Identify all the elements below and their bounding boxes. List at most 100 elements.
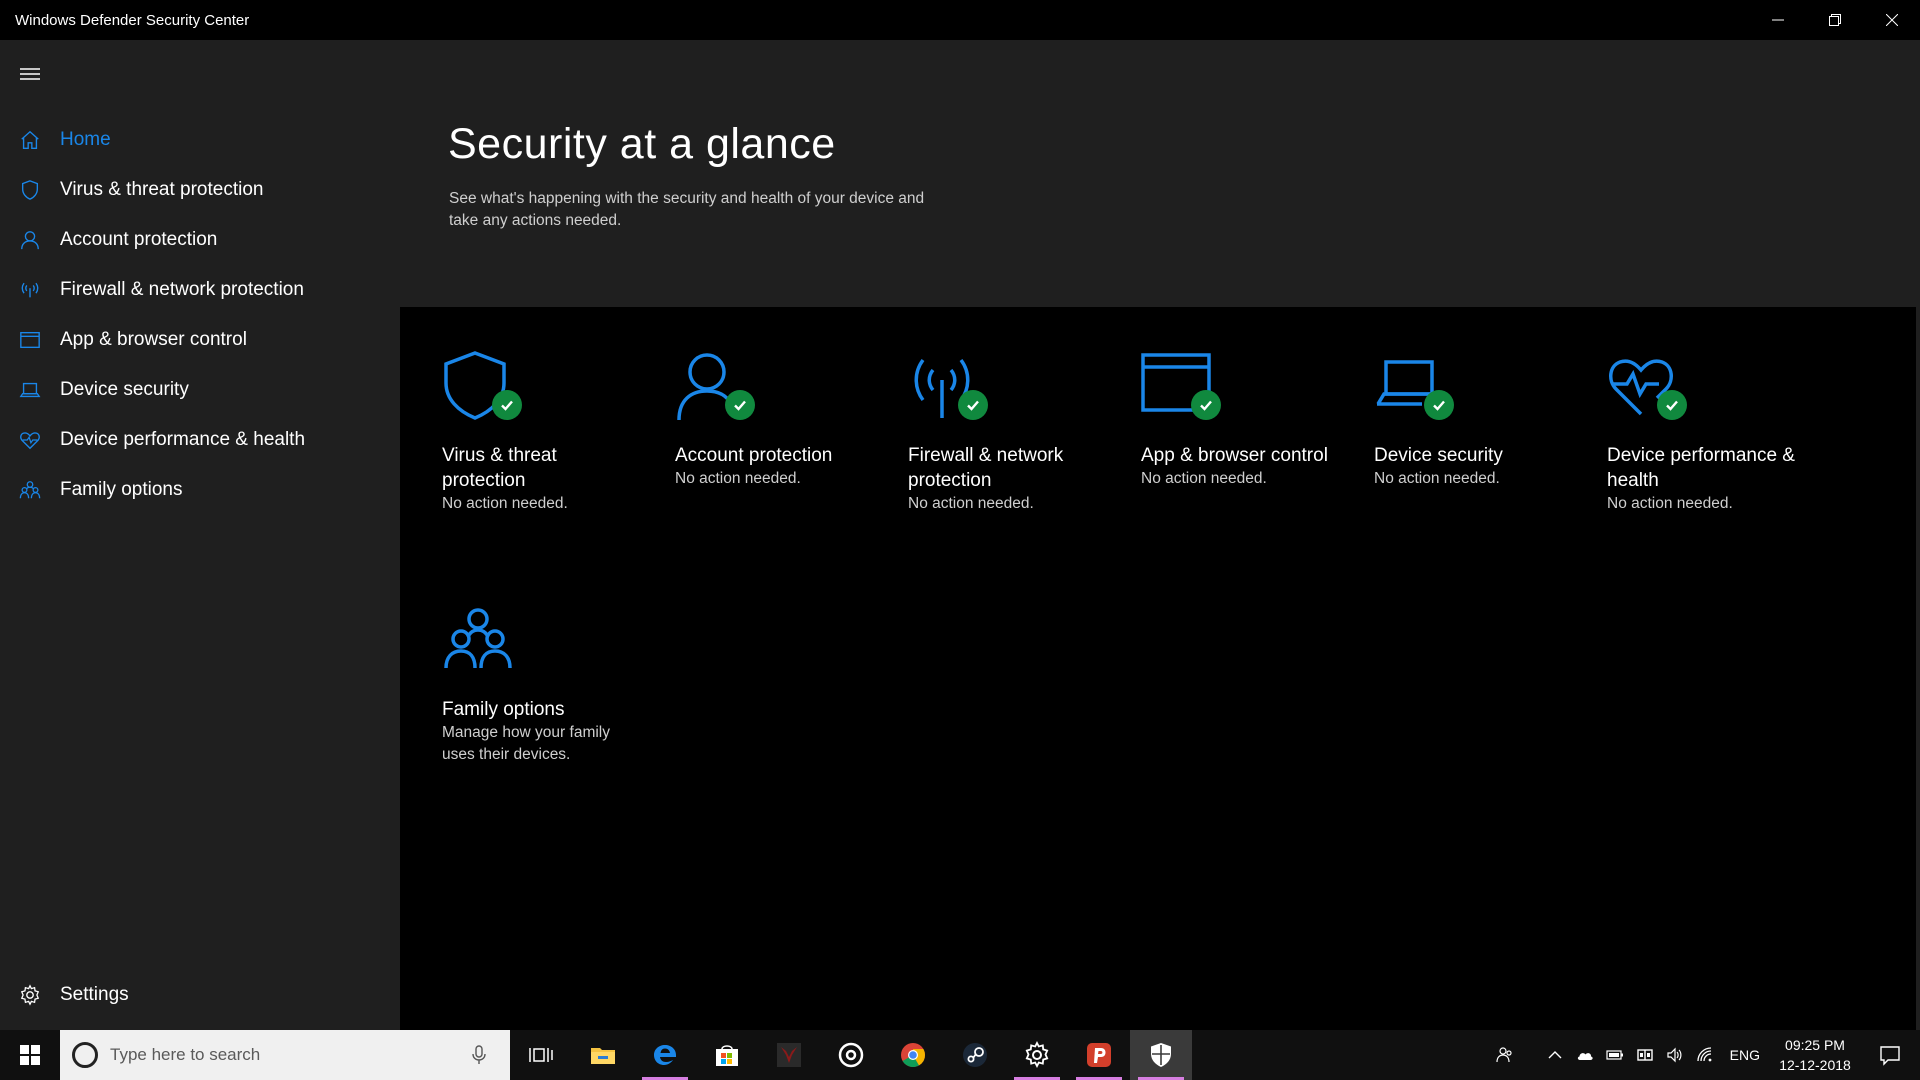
sidebar-item-label: Account protection	[60, 229, 218, 250]
tile-status: No action needed.	[1374, 470, 1500, 487]
tile-title: Firewall & network protection	[908, 445, 1064, 491]
sidebar-item-app-browser[interactable]: App & browser control	[0, 315, 400, 365]
sidebar-item-device-security[interactable]: Device security	[0, 365, 400, 415]
window-controls	[1749, 0, 1920, 40]
person-icon	[18, 228, 42, 252]
tile-status: Manage how your family uses their device…	[442, 724, 610, 763]
battery-icon	[1606, 1050, 1623, 1060]
checkmark-icon	[958, 390, 988, 420]
music-disc-icon	[838, 1042, 864, 1068]
checkmark-icon	[1424, 390, 1454, 420]
close-icon	[1885, 14, 1898, 26]
tile-status: No action needed.	[675, 470, 801, 487]
task-view-button[interactable]	[510, 1030, 572, 1080]
taskbar-chrome[interactable]	[882, 1030, 944, 1080]
page-subtitle: See what's happening with the security a…	[449, 190, 925, 229]
search-input[interactable]	[110, 1045, 440, 1065]
tile-status: No action needed.	[908, 495, 1034, 512]
minimize-icon	[1771, 19, 1784, 21]
taskbar-settings[interactable]	[1006, 1030, 1068, 1080]
taskbar-predator-sense[interactable]	[758, 1030, 820, 1080]
people-button[interactable]	[1490, 1030, 1520, 1080]
hamburger-icon	[20, 68, 40, 80]
people-icon	[1496, 1047, 1512, 1063]
restore-button[interactable]	[1806, 0, 1863, 40]
family-icon	[444, 608, 512, 669]
taskbar-search-box[interactable]	[60, 1030, 510, 1080]
folder-icon	[591, 1048, 615, 1064]
show-hidden-icons-button[interactable]	[1540, 1030, 1570, 1080]
steam-icon	[963, 1043, 987, 1067]
sidebar-item-label: Firewall & network protection	[60, 279, 304, 300]
sidebar-item-firewall[interactable]: Firewall & network protection	[0, 265, 400, 315]
action-center-button[interactable]	[1860, 1030, 1920, 1080]
sidebar-item-label: Device performance & health	[60, 429, 306, 450]
gear-icon	[18, 983, 42, 1007]
taskbar: ENG 09:25 PM 12-12-2018	[0, 1030, 1920, 1080]
sidebar-item-label: Home	[60, 129, 111, 150]
tile-virus-threat[interactable]: Virus & threat protection No action need…	[442, 350, 642, 515]
network-button[interactable]	[1690, 1030, 1720, 1080]
heart-icon	[18, 428, 42, 452]
taskbar-clock[interactable]: 09:25 PM 12-12-2018	[1770, 1035, 1860, 1075]
predator-logo-icon	[777, 1043, 801, 1067]
sidebar-item-virus-threat[interactable]: Virus & threat protection	[0, 165, 400, 215]
battery-button[interactable]	[1600, 1030, 1630, 1080]
sidebar-item-account-protection[interactable]: Account protection	[0, 215, 400, 265]
antenna-icon	[18, 278, 42, 302]
taskbar-groove-music[interactable]	[820, 1030, 882, 1080]
close-button[interactable]	[1863, 0, 1920, 40]
windows-logo-icon	[20, 1045, 40, 1065]
settings-label: Settings	[60, 984, 129, 1005]
task-view-icon	[529, 1048, 553, 1062]
restore-icon	[1828, 14, 1841, 26]
wifi-icon	[1697, 1047, 1712, 1062]
defender-shield-icon	[1151, 1043, 1171, 1067]
system-tray: ENG 09:25 PM 12-12-2018	[1490, 1030, 1920, 1080]
microphone-icon[interactable]	[472, 1045, 486, 1065]
tile-account-protection[interactable]: Account protection No action needed.	[675, 350, 875, 490]
taskbar-store[interactable]	[696, 1030, 758, 1080]
scroll-edge	[1916, 307, 1920, 1030]
notification-icon	[1880, 1046, 1900, 1066]
taskbar-edge[interactable]	[634, 1030, 696, 1080]
clock-date: 12-12-2018	[1779, 1057, 1851, 1073]
checkmark-icon	[492, 390, 522, 420]
taskbar-steam[interactable]	[944, 1030, 1006, 1080]
tile-title: Device security	[1374, 445, 1503, 466]
hamburger-menu-button[interactable]	[18, 62, 42, 86]
sidebar-item-settings[interactable]: Settings	[0, 970, 400, 1020]
onedrive-button[interactable]	[1570, 1030, 1600, 1080]
sidebar-item-family-options[interactable]: Family options	[0, 465, 400, 515]
tile-status: No action needed.	[442, 495, 568, 512]
minimize-button[interactable]	[1749, 0, 1806, 40]
reader-icon	[1636, 1049, 1653, 1061]
sidebar-nav: Home Virus & threat protection Account p…	[0, 115, 400, 515]
taskbar-defender[interactable]	[1130, 1030, 1192, 1080]
family-icon	[18, 478, 42, 502]
input-language[interactable]: ENG	[1720, 1047, 1770, 1063]
tile-family-options[interactable]: Family options Manage how your family us…	[442, 604, 642, 766]
tile-firewall[interactable]: Firewall & network protection No action …	[908, 350, 1108, 515]
chrome-browser-icon	[901, 1043, 925, 1068]
sidebar-item-home[interactable]: Home	[0, 115, 400, 165]
taskbar-file-explorer[interactable]	[572, 1030, 634, 1080]
tile-title: Device performance & health	[1607, 445, 1795, 491]
gear-icon	[1025, 1041, 1049, 1068]
sidebar-item-label: App & browser control	[60, 329, 247, 350]
tray-app-button[interactable]	[1630, 1030, 1660, 1080]
psiphon-p-icon	[1087, 1043, 1111, 1067]
start-button[interactable]	[0, 1030, 60, 1080]
speaker-icon	[1667, 1047, 1682, 1063]
page-title: Security at a glance	[448, 120, 836, 168]
sidebar-item-device-performance[interactable]: Device performance & health	[0, 415, 400, 465]
sidebar-item-label: Device security	[60, 379, 189, 400]
sidebar-item-label: Family options	[60, 479, 183, 500]
taskbar-psiphon[interactable]	[1068, 1030, 1130, 1080]
volume-button[interactable]	[1660, 1030, 1690, 1080]
cloud-icon	[1577, 1053, 1593, 1060]
tile-device-performance[interactable]: Device performance & health No action ne…	[1607, 350, 1807, 515]
tile-device-security[interactable]: Device security No action needed.	[1374, 350, 1574, 490]
cortana-icon	[72, 1042, 98, 1068]
tile-app-browser[interactable]: App & browser control No action needed.	[1141, 350, 1341, 490]
